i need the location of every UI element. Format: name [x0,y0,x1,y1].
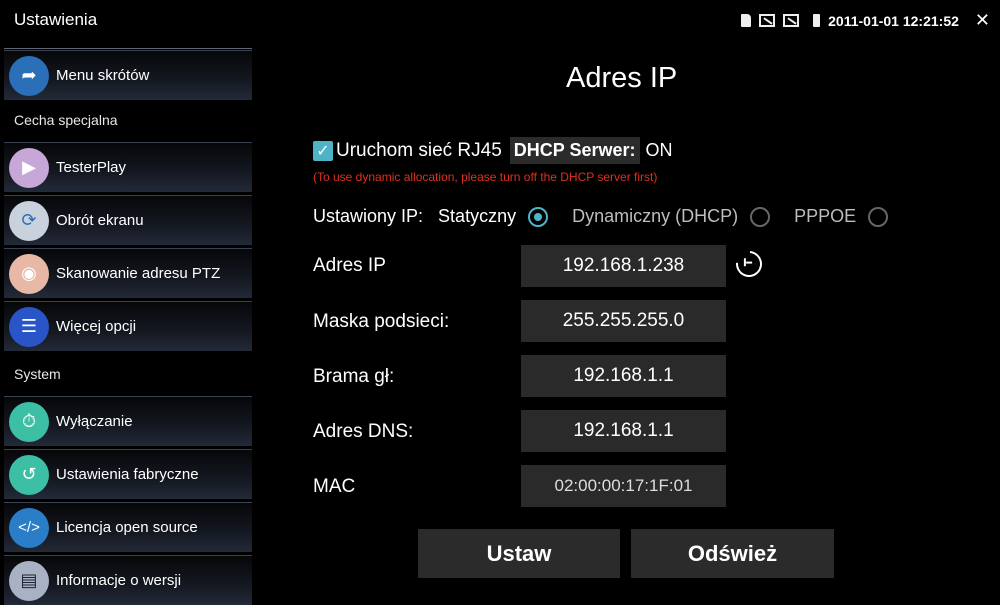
radio-dhcp[interactable] [750,206,771,227]
sd-card-icon [741,14,752,27]
sidebar-item-ustawienia-fabryczne[interactable]: ↺ Ustawienia fabryczne [4,449,252,499]
camera-scan-icon: ◉ [9,253,49,294]
close-icon[interactable]: ✕ [975,10,990,31]
ip-address-label: Adres IP [313,255,386,276]
sidebar-item-label: Menu skrótów [56,67,150,84]
rj45-row: ✓ Uruchom sieć RJ45 DHCP Serwer: ON [313,137,673,164]
ip-mode-option-static[interactable]: Statyczny [438,206,516,227]
film-info-icon: ▤ [9,560,49,601]
datetime: 2011-01-01 12:21:52 [828,12,959,29]
sidebar-item-wiecej-opcji[interactable]: ☰ Więcej opcji [4,301,252,351]
monitor-off-icon-2 [783,14,800,27]
sidebar-item-label: Wyłączanie [56,413,133,430]
subnet-mask-field[interactable]: 255.255.255.0 [521,300,726,342]
gateway-label: Brama gł: [313,366,395,387]
sidebar-item-licencja[interactable]: </> Licencja open source [4,502,252,552]
radio-pppoe[interactable] [868,206,889,227]
play-screen-icon: ▶ [9,147,49,188]
rj45-label: Uruchom sieć RJ45 [336,139,502,161]
sidebar-item-label: Obrót ekranu [56,212,144,229]
list-icon: ☰ [9,306,49,347]
ip-mode-label: Ustawiony IP: [313,206,424,226]
factory-reset-icon: ↺ [9,454,49,495]
sidebar-item-label: Informacje o wersji [56,572,182,589]
dhcp-server-label[interactable]: DHCP Serwer: [509,137,640,164]
status-bar: Ustawienia 2011-01-01 12:21:52 ✕ [0,0,1000,40]
dns-label: Adres DNS: [313,421,414,442]
rotate-screen-icon: ⟳ [9,200,49,241]
app-title: Ustawienia [14,10,98,29]
refresh-button[interactable]: Odśwież [631,529,834,578]
sidebar-divider [4,48,252,49]
mac-field: 02:00:00:17:1F:01 [521,465,726,507]
dns-field[interactable]: 192.168.1.1 [521,410,726,452]
ip-mode-option-pppoe[interactable]: PPPOE [794,206,856,227]
sidebar-item-skanowanie-ptz[interactable]: ◉ Skanowanie adresu PTZ [4,248,252,298]
ip-mode-row: Ustawiony IP: Statyczny Dynamiczny (DHCP… [313,206,889,227]
status-area: 2011-01-01 12:21:52 ✕ [741,10,990,31]
sidebar-item-label: Ustawienia fabryczne [56,466,199,483]
sidebar-item-informacje[interactable]: ▤ Informacje o wersji [4,555,252,605]
dhcp-warning: (To use dynamic allocation, please turn … [313,170,658,184]
rj45-checkbox[interactable]: ✓ [313,140,333,161]
sidebar-item-label: Skanowanie adresu PTZ [56,265,221,282]
sidebar-item-testerplay[interactable]: ▶ TesterPlay [4,142,252,192]
sidebar-item-obrot-ekranu[interactable]: ⟳ Obrót ekranu [4,195,252,245]
monitor-off-icon [759,14,776,27]
history-icon[interactable] [730,245,768,283]
subnet-mask-label: Maska podsieci: [313,311,450,332]
sidebar: ➦ Menu skrótów Cecha specjalna ▶ TesterP… [0,40,252,605]
gateway-field[interactable]: 192.168.1.1 [521,355,726,397]
sidebar-item-menu-skrotow[interactable]: ➦ Menu skrótów [4,50,252,100]
sidebar-header-system: System [14,366,61,382]
code-icon: </> [9,507,49,548]
mac-label: MAC [313,476,356,497]
ip-mode-option-dhcp[interactable]: Dynamiczny (DHCP) [572,206,738,227]
share-arrow-icon: ➦ [9,55,49,96]
sidebar-item-wylaczanie[interactable]: ⏱ Wyłączanie [4,396,252,446]
sidebar-item-label: Licencja open source [56,519,198,536]
page-title: Adres IP [566,62,678,94]
dhcp-server-value: ON [645,140,673,160]
sidebar-item-label: Więcej opcji [56,318,137,335]
sidebar-header-special: Cecha specjalna [14,112,118,128]
set-button[interactable]: Ustaw [418,529,620,578]
timer-icon: ⏱ [9,401,49,442]
ip-address-field[interactable]: 192.168.1.238 [521,245,726,287]
sidebar-item-label: TesterPlay [56,159,127,176]
radio-static[interactable] [528,206,549,227]
battery-icon [813,14,821,27]
